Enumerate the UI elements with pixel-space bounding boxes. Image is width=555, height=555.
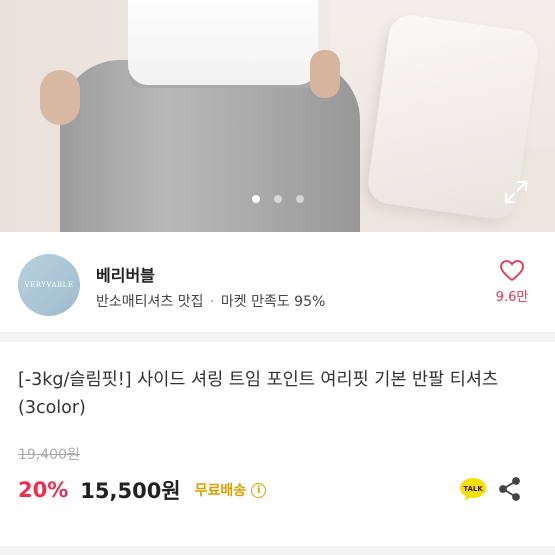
product-page: VERYVABLE 베리버블 반소매티셔츠 맛집 · 마켓 만족도 95% 9.… (0, 0, 555, 555)
shop-category: 반소매티셔츠 맛집 (96, 294, 204, 310)
shipping-info[interactable]: 무료배송 i (195, 480, 267, 500)
discount-rate: 20% (18, 478, 69, 502)
shipping-label: 무료배송 (194, 483, 247, 499)
kakaotalk-icon[interactable]: TALK (458, 474, 488, 504)
image-hand-right (310, 50, 340, 98)
product-title: [-3kg/슬림핏!] 사이드 셔링 트임 포인트 여리핏 기본 반팔 티셔츠 … (18, 370, 499, 418)
expand-icon[interactable] (502, 178, 530, 206)
product-image[interactable] (0, 0, 555, 232)
gallery-dot[interactable] (251, 195, 260, 203)
meta-separator: · (209, 294, 215, 310)
gallery-dot[interactable] (273, 195, 282, 203)
like-count: 9.6만 (495, 290, 529, 305)
shop-logo-text: VERYVABLE (24, 281, 74, 289)
image-shirt (128, 0, 318, 85)
share-icon[interactable] (497, 476, 523, 502)
heart-icon (500, 260, 524, 281)
shop-info: VERYVABLE 베리버블 반소매티셔츠 맛집 · 마켓 만족도 95% 9.… (0, 232, 555, 332)
section-divider (0, 332, 555, 342)
info-icon[interactable]: i (251, 482, 267, 498)
original-price: 19,400원 (18, 447, 80, 463)
image-hand-left (40, 70, 80, 125)
like-button[interactable]: 9.6만 (490, 260, 534, 305)
shop-satisfaction: 마켓 만족도 95% (220, 294, 326, 310)
price-row: 20% 15,500원 무료배송 i (18, 475, 267, 505)
bottom-divider (0, 546, 555, 555)
shop-name[interactable]: 베리버블 (96, 262, 155, 286)
gallery-pagination (0, 195, 555, 203)
gallery-dot[interactable] (295, 195, 304, 203)
shop-logo[interactable]: VERYVABLE (18, 254, 80, 316)
svg-text:TALK: TALK (463, 485, 483, 493)
shop-meta: 반소매티셔츠 맛집 · 마켓 만족도 95% (96, 291, 325, 311)
sale-price: 15,500원 (80, 479, 181, 503)
